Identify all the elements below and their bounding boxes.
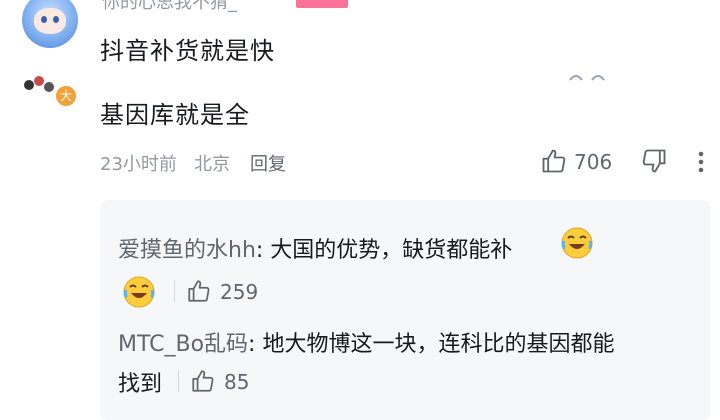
user-level-badge: 大 [56, 86, 76, 106]
dislike-icon[interactable] [640, 147, 668, 175]
like-count: 85 [224, 370, 250, 394]
reply-item: MTC_Bo乱码: 地大物博这一块，连科比的基因都能 [118, 326, 614, 358]
more-icon[interactable] [694, 148, 708, 176]
reply-text: 地大物博这一块，连科比的基因都能 [262, 332, 615, 357]
laugh-cry-emoji-icon [123, 276, 155, 308]
reply-username[interactable]: MTC_Bo乱码 [118, 332, 248, 357]
avatar-face [34, 8, 66, 34]
like-icon[interactable] [540, 147, 568, 175]
reply-username[interactable]: 爱摸鱼的水hh [118, 238, 256, 263]
comment-text: 基因库就是全 [100, 101, 250, 129]
like-count: 706 [574, 150, 613, 174]
reply-text: 大国的优势，缺货都能补 [270, 238, 513, 263]
divider [178, 370, 179, 392]
divider [174, 280, 175, 302]
avatar-eye [41, 16, 47, 23]
decoration-icon [569, 75, 605, 81]
level-badge [296, 0, 348, 8]
reply-text-continued: 找到 [118, 372, 163, 397]
reply-button[interactable]: 回复 [250, 150, 286, 176]
reply-colon: : [248, 332, 263, 357]
comment-time: 23小时前 [100, 154, 177, 175]
username[interactable]: 你的心思我不猜_ [102, 0, 237, 14]
avatar[interactable] [22, 0, 78, 48]
reply-item: 爱摸鱼的水hh: 大国的优势，缺货都能补 [118, 232, 512, 264]
comment-text: 抖音补货就是快 [100, 37, 275, 65]
laugh-cry-emoji-icon [561, 227, 593, 259]
like-icon[interactable] [190, 368, 216, 394]
avatar-part [34, 76, 44, 86]
replies-panel: 爱摸鱼的水hh: 大国的优势，缺货都能补 259 MTC_Bo乱码: 地大物博这… [100, 200, 710, 420]
like-count: 259 [220, 280, 259, 304]
avatar-eye [53, 16, 59, 23]
avatar-part [24, 80, 34, 90]
like-icon[interactable] [186, 278, 212, 304]
avatar-part [44, 82, 54, 92]
reply-colon: : [255, 238, 271, 263]
comment-location: 北京 [194, 154, 230, 175]
